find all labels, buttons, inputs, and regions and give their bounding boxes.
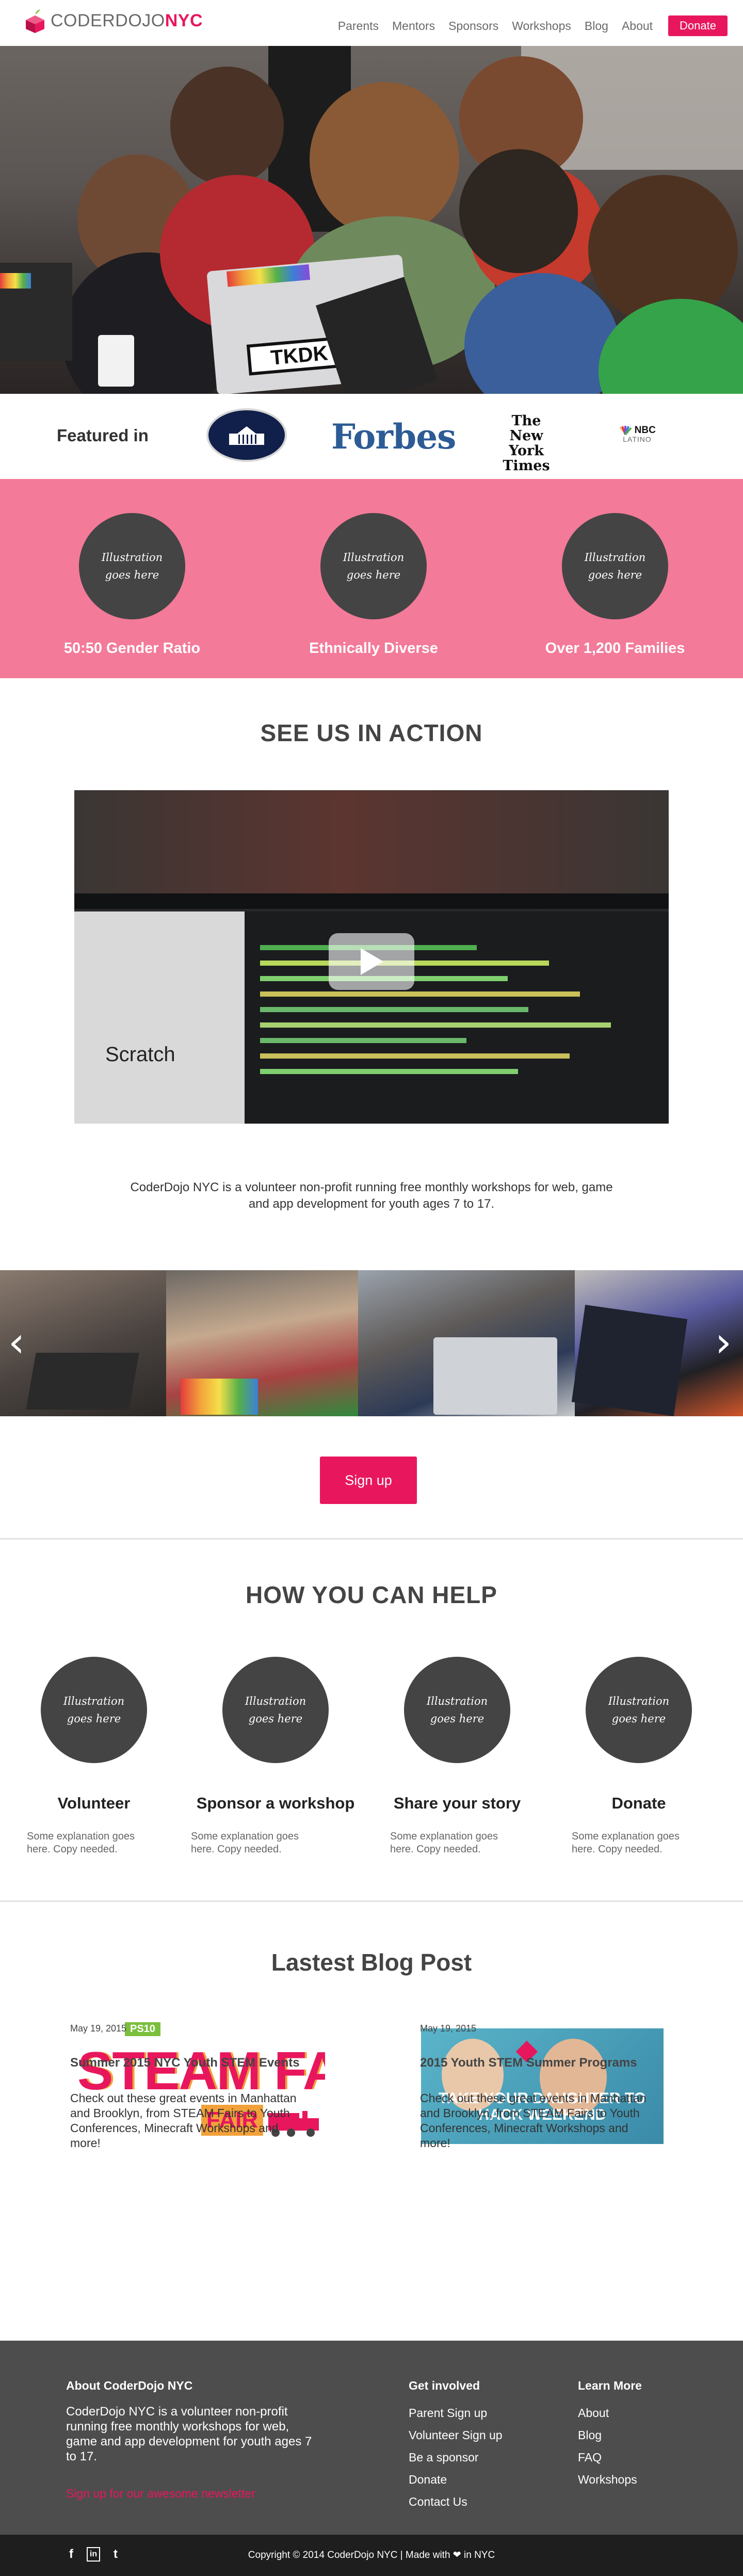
nav-blog[interactable]: Blog xyxy=(585,19,608,33)
blog-post-card[interactable]: May 19, 2015 Summer 2015 NYC Youth STEM … xyxy=(70,2023,328,2151)
illustration-placeholder: Illustration goes here xyxy=(320,513,427,619)
play-icon xyxy=(361,948,383,975)
logo[interactable]: CODERDOJONYC xyxy=(25,8,203,33)
help-description: Some explanation goes here. Copy needed. xyxy=(390,1831,498,1855)
hero-image: TKDK xyxy=(0,46,743,394)
illustration-placeholder: Illustration goes here xyxy=(222,1657,329,1763)
bottom-bar: f in t Copyright © 2014 CoderDojo NYC | … xyxy=(0,2535,743,2576)
stat-label: Over 1,200 Families xyxy=(545,640,685,657)
featured-in-section: Featured in Forbes The New York Times NB… xyxy=(0,394,743,479)
footer-get-involved: Get involved Parent Sign up Volunteer Si… xyxy=(409,2379,503,2513)
gallery-prev-arrow[interactable]: ‹ xyxy=(5,1314,28,1370)
stats-band: Illustration goes here 50:50 Gender Rati… xyxy=(0,479,743,678)
logo-text-accent: NYC xyxy=(165,10,203,30)
footer-link-workshops[interactable]: Workshops xyxy=(578,2469,642,2491)
blog-heading: Lastest Blog Post xyxy=(271,1949,472,1976)
footer-link-be-sponsor[interactable]: Be a sponsor xyxy=(409,2446,503,2469)
blog-title[interactable]: 2015 Youth STEM Summer Programs xyxy=(420,2056,678,2070)
peacock-icon xyxy=(620,426,632,435)
illustration-placeholder: Illustration goes here xyxy=(41,1657,147,1763)
blog-post-card[interactable]: May 19, 2015 2015 Youth STEM Summer Prog… xyxy=(420,2023,678,2151)
nav-parents[interactable]: Parents xyxy=(338,19,379,33)
illustration-placeholder: Illustration goes here xyxy=(562,513,668,619)
help-title: Share your story xyxy=(393,1794,521,1812)
help-title: Donate xyxy=(611,1794,666,1812)
blog-title[interactable]: Summer 2015 NYC Youth STEM Events xyxy=(70,2056,328,2070)
illustration-placeholder: Illustration goes here xyxy=(404,1657,510,1763)
new-york-times-logo: The New York Times xyxy=(493,413,560,473)
nyt-line-1: The xyxy=(511,413,541,429)
footer-about-title: About CoderDojo NYC xyxy=(66,2379,193,2392)
help-title: Volunteer xyxy=(57,1794,131,1812)
about-description: CoderDojo NYC is a volunteer non-profit … xyxy=(130,1180,613,1211)
newsletter-link[interactable]: Sign up for our awesome newsletter xyxy=(66,2487,319,2501)
white-house-logo xyxy=(206,408,287,462)
blog-date: May 19, 2015 xyxy=(70,2023,127,2034)
stat-ethnic-diversity: Illustration goes here Ethnically Divers… xyxy=(296,513,451,657)
nav-about[interactable]: About xyxy=(622,19,653,33)
signup-button[interactable]: Sign up xyxy=(320,1457,417,1504)
nbc-latino-logo: NBC LATINO xyxy=(614,425,660,443)
footer-link-about[interactable]: About xyxy=(578,2402,642,2424)
how-you-can-help-heading: HOW YOU CAN HELP xyxy=(246,1581,497,1608)
nyt-line-2: New York xyxy=(509,428,544,459)
footer-learn-more: Learn More About Blog FAQ Workshops xyxy=(578,2379,642,2491)
copyright-text: Copyright © 2014 CoderDojo NYC | Made wi… xyxy=(248,2550,495,2561)
logo-cube-icon xyxy=(25,8,45,33)
help-share-story[interactable]: Illustration goes here Share your story … xyxy=(390,1657,545,1856)
footer-link-contact[interactable]: Contact Us xyxy=(409,2491,503,2513)
logo-text-main: CODERDOJO xyxy=(51,10,165,30)
stat-families: Illustration goes here Over 1,200 Famili… xyxy=(538,513,692,657)
see-us-in-action-heading: SEE US IN ACTION xyxy=(260,719,483,746)
help-donate[interactable]: Illustration goes here Donate Some expla… xyxy=(572,1657,726,1856)
nav-sponsors[interactable]: Sponsors xyxy=(448,19,498,33)
forbes-logo: Forbes xyxy=(331,417,456,457)
featured-in-label: Featured in xyxy=(57,426,149,445)
help-volunteer[interactable]: Illustration goes here Volunteer Some ex… xyxy=(27,1657,182,1856)
footer-learn-title: Learn More xyxy=(578,2379,642,2392)
latino-text: LATINO xyxy=(623,435,652,443)
footer-link-parent-signup[interactable]: Parent Sign up xyxy=(409,2402,503,2424)
footer-about: About CoderDojo NYC CoderDojo NYC is a v… xyxy=(66,2379,319,2501)
nbc-text: NBC xyxy=(634,425,656,436)
footer-link-blog[interactable]: Blog xyxy=(578,2424,642,2446)
footer-link-faq[interactable]: FAQ xyxy=(578,2446,642,2469)
stat-gender-ratio: Illustration goes here 50:50 Gender Rati… xyxy=(55,513,209,657)
site-header: CODERDOJONYC Parents Mentors Sponsors Wo… xyxy=(0,0,743,46)
photo-gallery xyxy=(0,1270,743,1416)
stat-label: 50:50 Gender Ratio xyxy=(63,640,201,657)
help-description: Some explanation goes here. Copy needed. xyxy=(191,1831,299,1855)
help-title: Sponsor a workshop xyxy=(196,1794,355,1812)
stat-label: Ethnically Diverse xyxy=(309,640,438,657)
site-footer: About CoderDojo NYC CoderDojo NYC is a v… xyxy=(0,2341,743,2535)
blog-excerpt: Check out these great events in Manhatta… xyxy=(420,2091,647,2150)
section-divider xyxy=(0,1538,743,1540)
footer-link-donate[interactable]: Donate xyxy=(409,2469,503,2491)
nav-mentors[interactable]: Mentors xyxy=(392,19,435,33)
illustration-placeholder: Illustration goes here xyxy=(586,1657,692,1763)
illustration-placeholder: Illustration goes here xyxy=(79,513,185,619)
play-button[interactable] xyxy=(329,933,414,990)
help-description: Some explanation goes here. Copy needed. xyxy=(572,1831,680,1855)
donate-button[interactable]: Donate xyxy=(668,15,728,36)
help-description: Some explanation goes here. Copy needed. xyxy=(27,1831,135,1855)
blog-date: May 19, 2015 xyxy=(420,2023,477,2034)
nyt-line-3: Times xyxy=(503,458,550,474)
section-divider xyxy=(0,1900,743,1902)
nav-workshops[interactable]: Workshops xyxy=(512,19,571,33)
blog-excerpt: Check out these great events in Manhatta… xyxy=(70,2091,297,2150)
footer-involved-title: Get involved xyxy=(409,2379,480,2392)
main-nav: Parents Mentors Sponsors Workshops Blog … xyxy=(338,15,728,36)
footer-link-volunteer-signup[interactable]: Volunteer Sign up xyxy=(409,2424,503,2446)
gallery-next-arrow[interactable]: › xyxy=(712,1314,735,1370)
help-sponsor-workshop[interactable]: Illustration goes here Sponsor a worksho… xyxy=(191,1657,363,1856)
footer-about-text: CoderDojo NYC is a volunteer non-profit … xyxy=(66,2405,312,2463)
